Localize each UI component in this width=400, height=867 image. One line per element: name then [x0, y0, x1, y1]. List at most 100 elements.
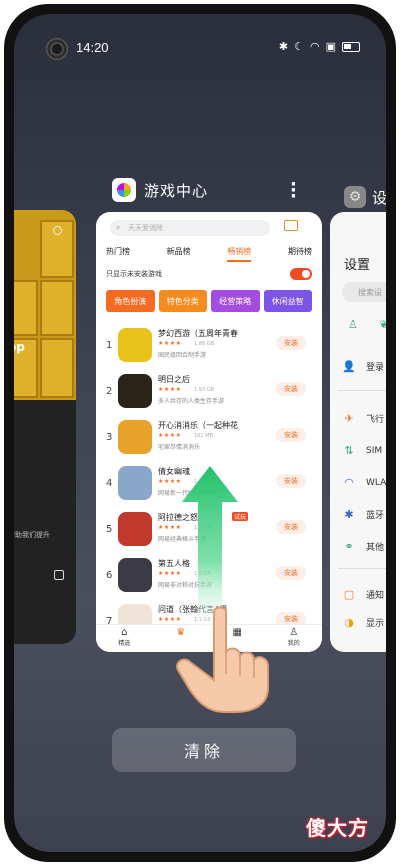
tab-new[interactable]: 新品榜	[167, 246, 191, 262]
game-name: 明日之后	[158, 375, 190, 384]
tab-bestseller[interactable]: 畅销榜	[227, 246, 252, 262]
settings-row-display[interactable]: ◑ 显示	[342, 616, 384, 629]
game-name: 开心消消乐（一起种花	[158, 421, 238, 430]
filter-label: 只显示未安装游戏	[106, 270, 162, 278]
phone-frame: 14:20 ✱ ☾ ◠ ▣ op 帮助我们提升	[4, 4, 396, 862]
rating-stars: ★★★★	[158, 386, 182, 393]
uninstalled-only-toggle[interactable]	[290, 268, 312, 280]
gear-icon: ⚙	[344, 186, 366, 208]
install-button[interactable]: 安装	[276, 428, 306, 442]
game-list-item[interactable]: 1 梦幻西游（五周年青春 ★★★★ 1.88 GB 国民级回合制手游 安装	[96, 324, 322, 370]
recent-app-card-left[interactable]: op 帮助我们提升	[14, 210, 76, 644]
game-thumbnail	[118, 512, 152, 546]
search-input[interactable]: ⌕ 天天爱消除	[110, 220, 270, 236]
game-list-item[interactable]: 3 开心消消乐（一起种花 ★★★★ 162 MB 宅家尽情消消乐 安装	[96, 416, 322, 462]
settings-row-label: 显示	[366, 619, 385, 629]
settings-row-airplane[interactable]: ✈ 飞行	[342, 412, 384, 425]
category-button[interactable]: 休闲益智	[263, 290, 312, 312]
ranking-tabs: 热门榜 新品榜 畅销榜 期待榜	[106, 246, 312, 262]
game-rank: 2	[106, 386, 113, 397]
settings-row-sim[interactable]: ⇅ SIM	[342, 444, 382, 457]
left-card-caption: 帮助我们提升	[14, 531, 50, 539]
divider	[338, 390, 386, 391]
settings-row-wlan[interactable]: ◠ WLA	[342, 476, 386, 489]
person-icon: ♙	[289, 627, 299, 638]
filter-row: 只显示未安装游戏	[106, 268, 312, 280]
nav-label: 我的	[287, 640, 300, 647]
game-center-card-header: 游戏中心	[112, 178, 208, 202]
rating-stars: ★★★★	[158, 340, 182, 347]
settings-row-bluetooth[interactable]: ✱ 蓝牙	[342, 508, 384, 521]
settings-row-label: 其他	[366, 543, 385, 553]
notification-icon: ▢	[343, 588, 355, 601]
search-icon: ⌕	[116, 223, 121, 232]
clear-all-button[interactable]: 清除	[112, 728, 296, 772]
account-icon: 👤	[342, 360, 356, 373]
install-button[interactable]: 安装	[276, 382, 306, 396]
swipe-up-arrow-icon	[182, 466, 238, 626]
game-size: 1.88 GB	[194, 341, 215, 347]
watermark: 傻大方	[306, 816, 369, 840]
game-thumbnail	[118, 466, 152, 500]
settings-row-notify[interactable]: ▢ 通知	[342, 588, 384, 601]
leaf-icon: ❦	[379, 318, 386, 331]
game-description: 多人共存的人类生存手游	[158, 398, 225, 405]
settings-row-label: WLA	[366, 477, 386, 488]
plane-icon: ✈	[344, 412, 354, 425]
game-name: 梦幻西游（五周年青春	[158, 329, 238, 338]
settings-row-label: 通知	[366, 591, 385, 601]
rating-stars: ★★★★	[158, 524, 182, 531]
battery-icon	[342, 41, 360, 52]
settings-row-other[interactable]: ⚭ 其他	[342, 540, 384, 553]
left-card-image	[14, 210, 76, 400]
rating-stars: ★★★★	[158, 432, 182, 439]
settings-row-label: 飞行	[366, 415, 385, 425]
message-icon[interactable]	[284, 220, 298, 231]
settings-row-login[interactable]: 👤 登录	[342, 360, 384, 373]
wifi-icon: ◠	[344, 476, 354, 489]
search-placeholder: 天天爱消除	[128, 224, 163, 232]
settings-row-label: SIM	[366, 445, 383, 456]
category-button[interactable]: 特色分类	[158, 290, 207, 312]
status-time: 14:20	[76, 40, 109, 55]
install-button[interactable]: 安装	[276, 566, 306, 580]
nav-featured[interactable]: ⌂ 精选	[118, 625, 130, 652]
settings-row-label: 蓝牙	[366, 511, 385, 521]
link-icon: ⚭	[344, 540, 354, 553]
bell-outline-icon: ♙	[348, 318, 358, 331]
sim-icon: ▣	[325, 40, 336, 53]
settings-card-title: 设	[372, 188, 386, 207]
left-card-text: op	[14, 340, 25, 354]
more-options-icon[interactable]: · · ·	[290, 176, 297, 206]
game-size: 162 MB	[194, 433, 213, 439]
tab-hot[interactable]: 热门榜	[106, 246, 130, 262]
tab-anticipated[interactable]: 期待榜	[288, 246, 312, 262]
settings-card-header: ⚙ 设	[344, 186, 386, 208]
game-rank: 5	[106, 524, 113, 535]
game-list-item[interactable]: 2 明日之后 ★★★★ 1.93 GB 多人共存的人类生存手游 安装	[96, 370, 322, 416]
install-button[interactable]: 安装	[276, 336, 306, 350]
recent-app-card-settings[interactable]: 设置 搜索设 ♙ ❦ 👤 登录 ✈ 飞行 ⇅ SIM ◠ WLA ✱ 蓝牙 ⚭ …	[330, 212, 386, 652]
divider	[338, 568, 386, 569]
game-rank: 6	[106, 570, 113, 581]
rating-stars: ★★★★	[158, 570, 182, 577]
install-button[interactable]: 安装	[276, 520, 306, 534]
nav-mine[interactable]: ♙ 我的	[288, 625, 300, 652]
category-button[interactable]: 经营策略	[211, 290, 260, 312]
settings-title: 设置	[344, 258, 371, 273]
game-description: 国民级回合制手游	[158, 352, 207, 359]
category-button[interactable]: 角色扮演	[106, 290, 155, 312]
recent-apps-screen[interactable]: 14:20 ✱ ☾ ◠ ▣ op 帮助我们提升	[14, 14, 386, 852]
game-rank: 3	[106, 432, 113, 443]
install-button[interactable]: 安装	[276, 474, 306, 488]
game-thumbnail	[118, 328, 152, 362]
game-thumbnail	[118, 374, 152, 408]
bluetooth-icon: ✱	[278, 40, 289, 53]
hand-pointer-icon	[176, 606, 269, 713]
signal-icon: ⇅	[344, 444, 354, 457]
window-icon[interactable]	[54, 570, 64, 580]
display-icon: ◑	[344, 616, 354, 629]
front-camera	[46, 38, 68, 60]
bluetooth-icon: ✱	[344, 508, 354, 521]
settings-search[interactable]: 搜索设	[342, 282, 386, 302]
